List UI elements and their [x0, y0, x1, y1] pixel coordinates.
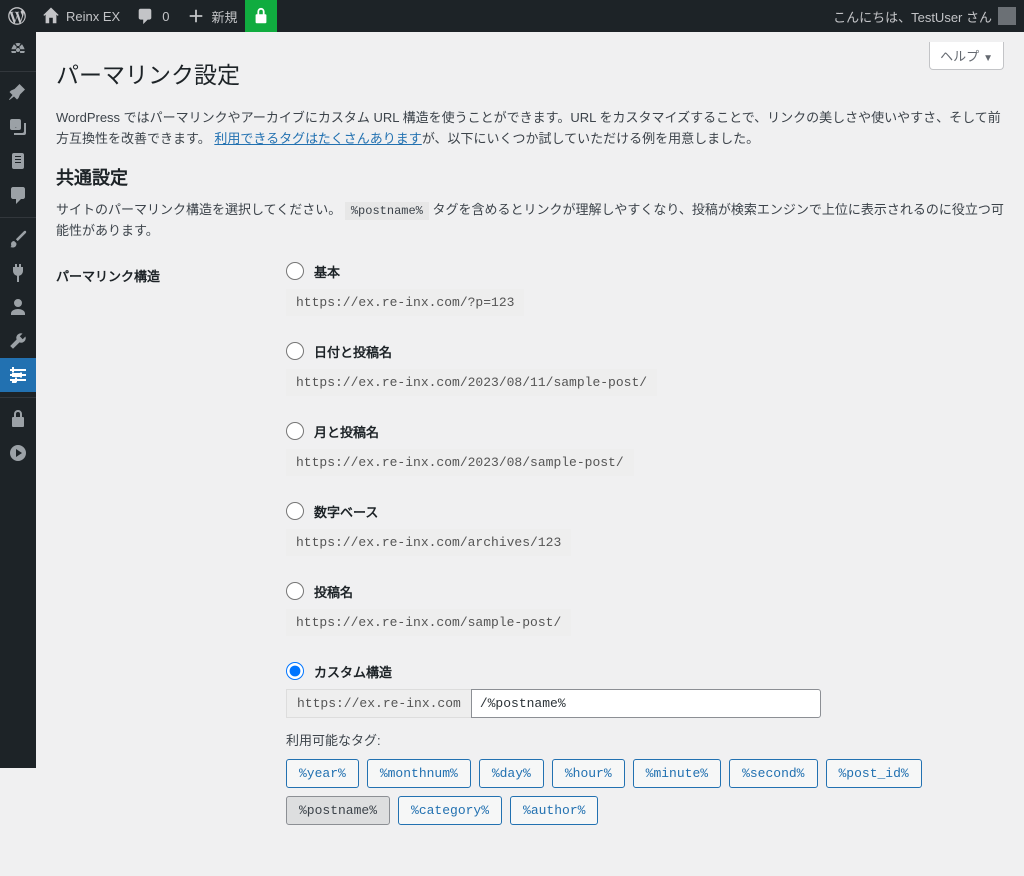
tag-button[interactable]: %monthnum% — [367, 759, 471, 788]
sidebar-item-security[interactable] — [0, 402, 36, 436]
section-sub: サイトのパーマリンク構造を選択してください。 %postname% タグを含める… — [56, 200, 1004, 242]
my-account-menu[interactable]: こんにちは、TestUser さん — [825, 0, 1024, 32]
permalink-radio[interactable] — [286, 502, 304, 520]
content-area: ヘルプ ▼ パーマリンク設定 WordPress ではパーマリンクやアーカイブにカ… — [36, 0, 1024, 876]
tag-button[interactable]: %author% — [510, 796, 598, 825]
media-icon — [8, 117, 28, 137]
permalink-option-label[interactable]: 日付と投稿名 — [314, 342, 392, 361]
menu-separator — [0, 212, 36, 222]
permalink-option: 基本 https://ex.re-inx.com/?p=123 — [286, 262, 1004, 316]
tag-button[interactable]: %second% — [729, 759, 817, 788]
tag-button[interactable]: %hour% — [552, 759, 625, 788]
lock-icon — [8, 409, 28, 429]
comments-count: 0 — [160, 9, 171, 24]
permalink-option: 数字ベース https://ex.re-inx.com/archives/123 — [286, 502, 1004, 556]
page-intro: WordPress ではパーマリンクやアーカイブにカスタム URL 構造を使うこ… — [56, 108, 1004, 150]
user-icon — [8, 297, 28, 317]
admin-sidebar — [0, 32, 36, 768]
permalink-option-label[interactable]: 基本 — [314, 262, 340, 281]
available-tags-label: 利用可能なタグ: — [286, 730, 1004, 749]
permalink-option: 投稿名 https://ex.re-inx.com/sample-post/ — [286, 582, 1004, 636]
sidebar-item-dashboard[interactable] — [0, 32, 36, 66]
permalink-radio[interactable] — [286, 582, 304, 600]
sidebar-item-video[interactable] — [0, 436, 36, 470]
permalink-custom-label[interactable]: カスタム構造 — [314, 662, 392, 681]
sidebar-item-appearance[interactable] — [0, 222, 36, 256]
permalink-radio[interactable] — [286, 342, 304, 360]
postname-code: %postname% — [345, 202, 429, 220]
tag-button[interactable]: %postname% — [286, 796, 390, 825]
permalink-option: 日付と投稿名 https://ex.re-inx.com/2023/08/11/s… — [286, 342, 1004, 396]
admin-bar: Reinx EX 0 新規 こんにちは、TestUser さん — [0, 0, 1024, 32]
permalink-option-custom: カスタム構造 https://ex.re-inx.com 利用可能なタグ: %year… — [286, 662, 1004, 825]
sidebar-item-users[interactable] — [0, 290, 36, 324]
menu-separator — [0, 392, 36, 402]
comments-menu[interactable]: 0 — [128, 0, 179, 32]
permalink-option: 月と投稿名 https://ex.re-inx.com/2023/08/sampl… — [286, 422, 1004, 476]
lock-icon — [252, 7, 270, 25]
row-label: パーマリンク構造 — [56, 262, 256, 837]
permalink-radio[interactable] — [286, 262, 304, 280]
sidebar-item-comments[interactable] — [0, 178, 36, 212]
form-row-permalink: パーマリンク構造 基本 https://ex.re-inx.com/?p=123 日… — [56, 262, 1004, 837]
new-content-label: 新規 — [211, 7, 237, 26]
paintbrush-icon — [8, 229, 28, 249]
home-icon — [42, 7, 60, 25]
pushpin-icon — [8, 83, 28, 103]
new-content-menu[interactable]: 新規 — [179, 0, 245, 32]
play-circle-icon — [8, 443, 28, 463]
sliders-icon — [8, 365, 28, 385]
available-tags: %year% %monthnum% %day% %hour% %minute% %seco… — [286, 759, 1004, 825]
permalink-sample-url: https://ex.re-inx.com/sample-post/ — [286, 609, 571, 636]
permalink-option-label[interactable]: 数字ベース — [314, 502, 378, 521]
site-name-menu[interactable]: Reinx EX — [34, 0, 128, 32]
tag-button[interactable]: %day% — [479, 759, 544, 788]
intro-link[interactable]: 利用できるタグはたくさんあります — [214, 131, 421, 146]
sidebar-item-plugins[interactable] — [0, 256, 36, 290]
site-name-label: Reinx EX — [66, 9, 120, 24]
permalink-sample-url: https://ex.re-inx.com/?p=123 — [286, 289, 524, 316]
menu-separator — [0, 66, 36, 76]
permalink-sample-url: https://ex.re-inx.com/2023/08/sample-pos… — [286, 449, 634, 476]
tag-button[interactable]: %minute% — [633, 759, 721, 788]
page-icon — [8, 151, 28, 171]
tag-button[interactable]: %post_id% — [826, 759, 922, 788]
permalink-sample-url: https://ex.re-inx.com/2023/08/11/sample-… — [286, 369, 657, 396]
sidebar-item-posts[interactable] — [0, 76, 36, 110]
greeting-label: こんにちは、TestUser さん — [833, 7, 992, 26]
permalink-option-label[interactable]: 投稿名 — [314, 582, 353, 601]
comment-icon — [8, 185, 28, 205]
sidebar-item-media[interactable] — [0, 110, 36, 144]
tag-button[interactable]: %category% — [398, 796, 502, 825]
permalink-sample-url: https://ex.re-inx.com/archives/123 — [286, 529, 571, 556]
ssl-lock-indicator[interactable] — [245, 0, 277, 32]
chevron-down-icon: ▼ — [983, 53, 993, 64]
sidebar-item-tools[interactable] — [0, 324, 36, 358]
comment-bubble-icon — [136, 7, 154, 25]
wp-logo-menu[interactable] — [0, 0, 34, 32]
sidebar-item-pages[interactable] — [0, 144, 36, 178]
sidebar-item-settings[interactable] — [0, 358, 36, 392]
page-title: パーマリンク設定 — [56, 56, 1004, 90]
section-heading: 共通設定 — [56, 164, 1004, 190]
tag-button[interactable]: %year% — [286, 759, 359, 788]
permalink-radio-custom[interactable] — [286, 662, 304, 680]
dashboard-icon — [8, 39, 28, 59]
plug-icon — [8, 263, 28, 283]
avatar — [998, 7, 1016, 25]
wrench-icon — [8, 331, 28, 351]
help-tab[interactable]: ヘルプ ▼ — [929, 42, 1004, 70]
custom-structure-input[interactable] — [471, 689, 821, 718]
wordpress-icon — [8, 7, 26, 25]
plus-icon — [187, 7, 205, 25]
help-tab-label: ヘルプ — [940, 49, 979, 64]
permalink-radio[interactable] — [286, 422, 304, 440]
permalink-option-label[interactable]: 月と投稿名 — [314, 422, 379, 441]
custom-prefix: https://ex.re-inx.com — [286, 689, 471, 718]
